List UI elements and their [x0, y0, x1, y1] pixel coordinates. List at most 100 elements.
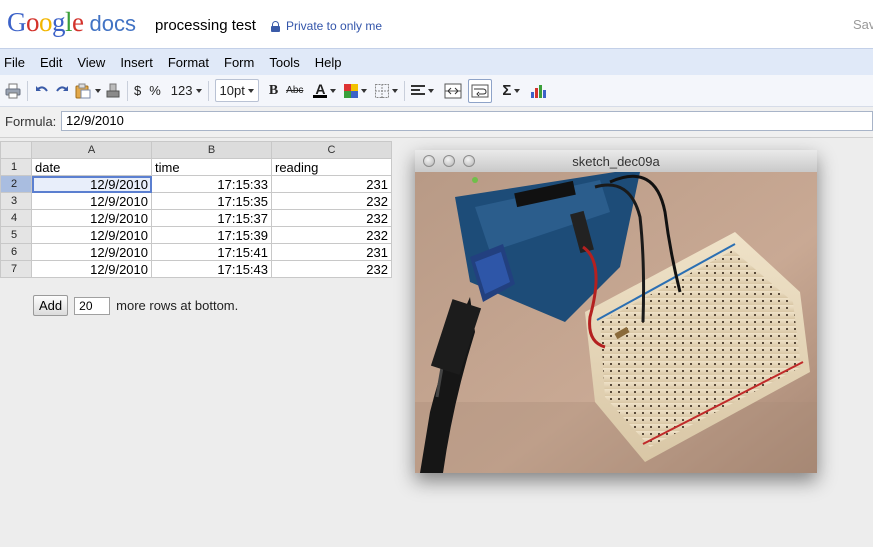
cell-time[interactable]: 17:15:35	[151, 192, 272, 210]
add-rows-count-input[interactable]	[74, 296, 111, 315]
fill-color-dropdown[interactable]	[344, 80, 368, 102]
chevron-down-icon	[95, 88, 101, 93]
chevron-down-icon	[247, 88, 254, 93]
table-row: 2 12/9/2010 17:15:33 231	[0, 175, 392, 193]
cell-time[interactable]: 17:15:39	[151, 226, 272, 244]
bold-button[interactable]: B	[269, 80, 278, 102]
cell-date[interactable]: date	[31, 158, 152, 176]
fill-color-icon	[344, 83, 359, 98]
document-title[interactable]: processing test	[155, 17, 256, 34]
menu-view[interactable]: View	[71, 55, 114, 70]
cell-date[interactable]: 12/9/2010	[31, 175, 152, 193]
column-header-row: A B C	[0, 141, 392, 159]
google-docs-logo[interactable]: Google docs	[7, 7, 136, 41]
chevron-down-icon	[361, 88, 368, 93]
text-color-dropdown[interactable]: A	[313, 80, 337, 102]
formula-input[interactable]: 12/9/2010	[61, 111, 873, 131]
chevron-down-icon	[195, 88, 202, 93]
row-header[interactable]: 6	[0, 243, 32, 261]
cell-reading[interactable]: 232	[271, 209, 392, 227]
menu-tools[interactable]: Tools	[263, 55, 308, 70]
text-color-letter: A	[315, 81, 326, 97]
cell-time[interactable]: 17:15:37	[151, 209, 272, 227]
row-header[interactable]: 4	[0, 209, 32, 227]
font-size-dropdown[interactable]: 10pt	[214, 79, 259, 102]
align-left-icon	[411, 84, 426, 95]
row-header[interactable]: 5	[0, 226, 32, 244]
percent-format-button[interactable]: %	[149, 80, 161, 102]
cell-date[interactable]: 12/9/2010	[31, 226, 152, 244]
row-header[interactable]: 1	[0, 158, 32, 176]
cell-date[interactable]: 12/9/2010	[31, 260, 152, 278]
window-titlebar[interactable]: sketch_dec09a	[415, 150, 817, 173]
cell-date[interactable]: 12/9/2010	[31, 243, 152, 261]
number-format-dropdown[interactable]: 123	[171, 80, 202, 102]
chevron-down-icon	[514, 88, 521, 93]
logo-letter: g	[52, 7, 66, 37]
wrap-text-icon[interactable]	[468, 78, 493, 103]
menu-format[interactable]: Format	[162, 55, 218, 70]
app-header: Google docs processing test Private to o…	[0, 0, 873, 48]
align-dropdown[interactable]	[411, 80, 435, 102]
cell-date[interactable]: 12/9/2010	[31, 209, 152, 227]
sharing-status[interactable]: Private to only me	[271, 19, 382, 33]
cell-reading[interactable]: reading	[271, 158, 392, 176]
menu-edit[interactable]: Edit	[34, 55, 71, 70]
paste-format-icon[interactable]	[74, 80, 101, 102]
number-format-label: 123	[170, 83, 193, 98]
logo-letter: e	[72, 7, 84, 37]
sigma-icon: Σ	[502, 82, 512, 99]
cell-reading[interactable]: 232	[271, 260, 392, 278]
functions-dropdown[interactable]: Σ	[502, 80, 521, 102]
toolbar-divider	[207, 80, 209, 101]
spreadsheet-grid: A B C 1 date time reading 2 12/9/2010 17…	[0, 141, 392, 278]
row-header[interactable]: 2	[0, 175, 32, 193]
menu-bar: File Edit View Insert Format Form Tools …	[0, 48, 873, 76]
cell-date[interactable]: 12/9/2010	[31, 192, 152, 210]
menu-insert[interactable]: Insert	[114, 55, 162, 70]
column-header-c[interactable]: C	[271, 141, 392, 159]
text-color-swatch	[313, 95, 328, 98]
chevron-down-icon	[330, 88, 337, 93]
cell-time[interactable]: 17:15:33	[151, 175, 272, 193]
redo-icon[interactable]	[54, 80, 70, 102]
menu-form[interactable]: Form	[218, 55, 263, 70]
row-header[interactable]: 3	[0, 192, 32, 210]
column-header-a[interactable]: A	[31, 141, 152, 159]
print-icon[interactable]	[5, 80, 21, 102]
cell-time[interactable]: 17:15:41	[151, 243, 272, 261]
window-title: sketch_dec09a	[572, 154, 660, 169]
google-logo-word: Google	[7, 7, 84, 38]
cell-time[interactable]: 17:15:43	[151, 260, 272, 278]
logo-letter: G	[7, 7, 27, 37]
sketch-window[interactable]: sketch_dec09a	[415, 150, 817, 473]
save-link[interactable]: Sav	[853, 17, 873, 32]
row-header[interactable]: 7	[0, 260, 32, 278]
table-row: 1 date time reading	[0, 158, 392, 176]
currency-format-button[interactable]: $	[134, 80, 141, 102]
cell-reading[interactable]: 231	[271, 243, 392, 261]
strikethrough-button[interactable]: Abc	[286, 80, 303, 102]
toolbar: $ % 123 10pt B Abc A Σ	[0, 75, 873, 107]
table-row: 5 12/9/2010 17:15:39 232	[0, 226, 392, 244]
menu-file[interactable]: File	[0, 55, 34, 70]
toolbar-divider	[404, 80, 406, 101]
privacy-label: Private to only me	[286, 19, 383, 33]
menu-help[interactable]: Help	[309, 55, 351, 70]
insert-chart-icon[interactable]	[530, 80, 547, 102]
cell-time[interactable]: time	[151, 158, 272, 176]
undo-icon[interactable]	[34, 80, 50, 102]
add-rows-button[interactable]: Add	[33, 295, 69, 316]
lock-icon	[271, 21, 280, 32]
column-header-b[interactable]: B	[151, 141, 272, 159]
select-all-corner[interactable]	[0, 141, 32, 159]
clear-format-icon[interactable]	[105, 80, 121, 102]
borders-icon	[375, 83, 390, 98]
table-row: 7 12/9/2010 17:15:43 232	[0, 260, 392, 278]
borders-dropdown[interactable]	[375, 80, 399, 102]
merge-cells-icon[interactable]	[444, 80, 462, 102]
cell-reading[interactable]: 232	[271, 192, 392, 210]
table-row: 6 12/9/2010 17:15:41 231	[0, 243, 392, 261]
cell-reading[interactable]: 232	[271, 226, 392, 244]
cell-reading[interactable]: 231	[271, 175, 392, 193]
